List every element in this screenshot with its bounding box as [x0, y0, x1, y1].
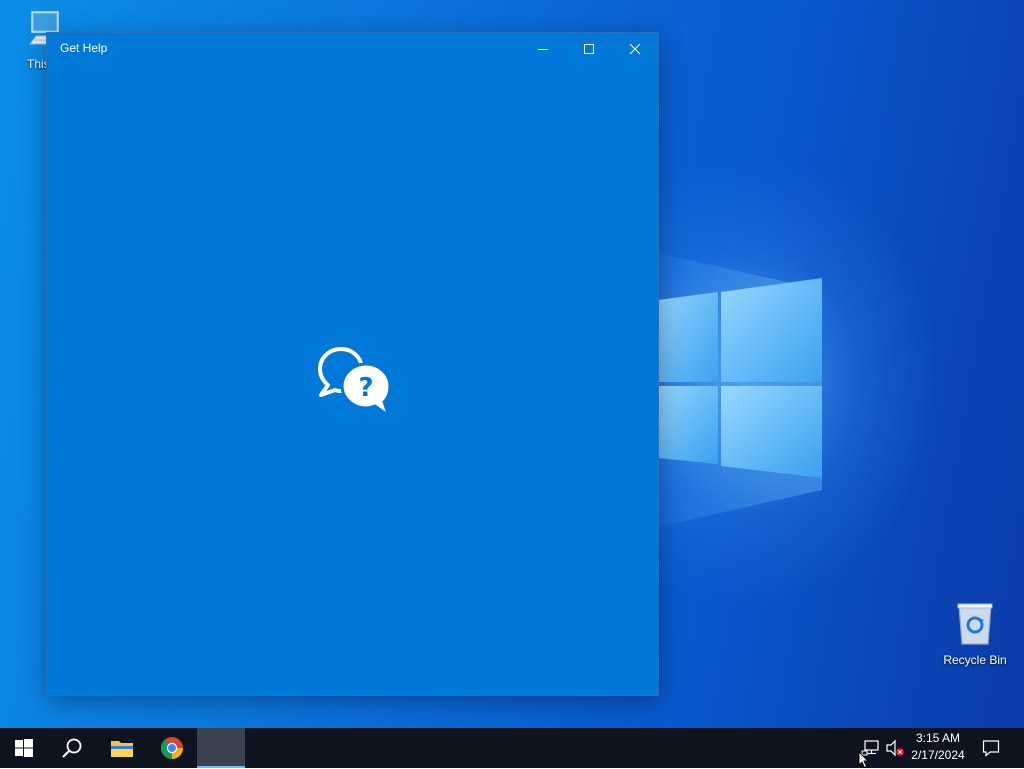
- desktop: This P Recycle Bin Get Help ?: [0, 0, 1024, 728]
- file-explorer-icon: [111, 741, 133, 757]
- chat-help-icon: ?: [318, 347, 393, 421]
- action-center-icon: [982, 740, 1000, 757]
- system-clock[interactable]: 3:15 AM 2/17/2024: [904, 730, 972, 766]
- window-titlebar[interactable]: Get Help: [47, 33, 658, 65]
- minimize-icon: [538, 49, 548, 50]
- clock-date: 2/17/2024: [911, 748, 965, 762]
- action-center-button[interactable]: [968, 728, 1014, 768]
- close-icon: [629, 43, 641, 55]
- close-button[interactable]: [612, 33, 658, 65]
- get-help-window[interactable]: Get Help ?: [47, 33, 658, 695]
- search-icon: [62, 738, 82, 758]
- minimize-button[interactable]: [520, 33, 566, 65]
- window-title: Get Help: [60, 41, 108, 55]
- maximize-icon: [584, 44, 594, 54]
- mouse-cursor-icon: [858, 751, 870, 769]
- file-explorer-button[interactable]: [98, 728, 146, 768]
- start-button[interactable]: [0, 728, 48, 768]
- search-button[interactable]: [48, 728, 96, 768]
- recycle-bin-icon: [957, 603, 993, 645]
- get-help-taskbar-button[interactable]: [197, 728, 245, 768]
- svg-text:?: ?: [358, 373, 373, 403]
- desktop-icon-label: Recycle Bin: [943, 653, 1007, 667]
- chrome-button[interactable]: [148, 728, 196, 768]
- desktop-icon-recycle-bin[interactable]: Recycle Bin: [935, 600, 1015, 667]
- start-icon: [15, 739, 33, 757]
- volume-muted-icon[interactable]: [884, 738, 906, 758]
- taskbar: 3:15 AM 2/17/2024: [0, 728, 1024, 768]
- chrome-icon: [160, 737, 183, 759]
- maximize-button[interactable]: [566, 33, 612, 65]
- clock-time: 3:15 AM: [915, 731, 961, 745]
